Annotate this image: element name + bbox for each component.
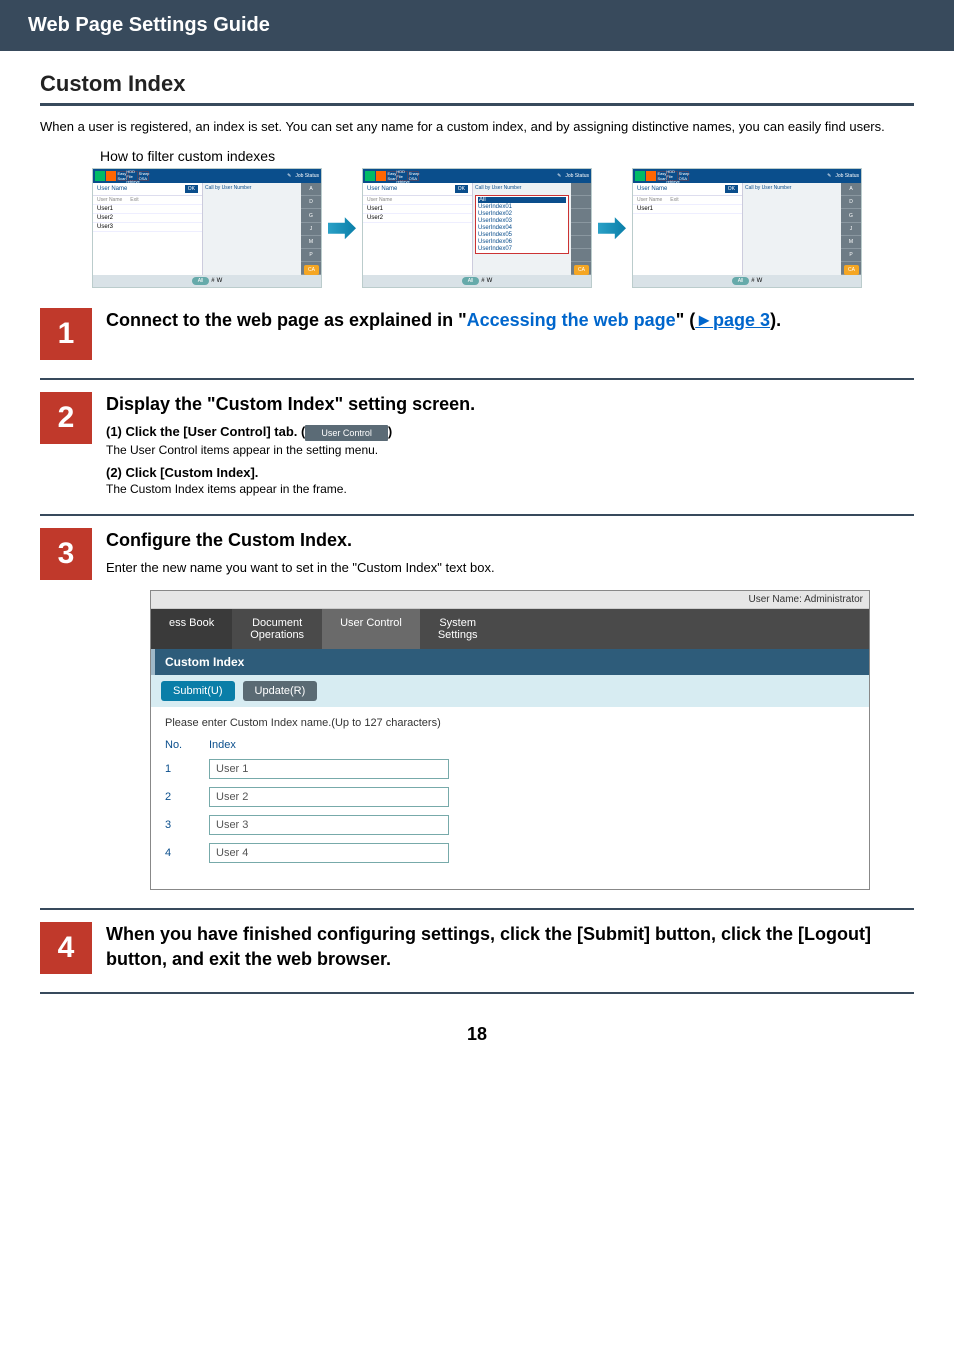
webui-tabs: ess Book Document Operations User Contro… bbox=[151, 609, 869, 649]
step-2: 2 Display the "Custom Index" setting scr… bbox=[40, 392, 914, 516]
index-input-1[interactable] bbox=[209, 759, 449, 779]
webui-subtitle: Custom Index bbox=[151, 649, 869, 675]
submit-button[interactable]: Submit(U) bbox=[161, 681, 235, 701]
step-4: 4 When you have finished configuring set… bbox=[40, 922, 914, 994]
section-intro: When a user is registered, an index is s… bbox=[40, 118, 914, 136]
index-input-4[interactable] bbox=[209, 843, 449, 863]
step-number: 2 bbox=[40, 392, 92, 444]
tab-system-settings[interactable]: System Settings bbox=[420, 609, 496, 649]
step-number: 4 bbox=[40, 922, 92, 974]
tab-document-ops[interactable]: Document Operations bbox=[232, 609, 322, 649]
step-number: 1 bbox=[40, 308, 92, 360]
page-content: Custom Index When a user is registered, … bbox=[0, 51, 954, 1045]
index-input-3[interactable] bbox=[209, 815, 449, 835]
webui-hint: Please enter Custom Index name.(Up to 12… bbox=[165, 717, 855, 729]
custom-index-webui: User Name: Administrator ess Book Docume… bbox=[150, 590, 870, 890]
page-3-link[interactable]: ►page 3 bbox=[695, 310, 770, 330]
step-2-title: Display the "Custom Index" setting scree… bbox=[106, 392, 914, 416]
user-control-badge: User Control bbox=[305, 425, 388, 441]
filter-panels: Easy Scan HDD File retrieve Sharp OSA ✎J… bbox=[40, 168, 914, 288]
tab-address-book[interactable]: ess Book bbox=[151, 609, 232, 649]
webui-userline: User Name: Administrator bbox=[151, 591, 869, 609]
index-row: 3 bbox=[165, 815, 855, 835]
step-1-title: Connect to the web page as explained in … bbox=[106, 308, 914, 332]
title-underline bbox=[40, 103, 914, 106]
step-3-title: Configure the Custom Index. bbox=[106, 528, 914, 552]
arrow-icon bbox=[598, 217, 626, 239]
step-1: 1 Connect to the web page as explained i… bbox=[40, 308, 914, 380]
arrow-icon bbox=[328, 217, 356, 239]
step-3-desc: Enter the new name you want to set in th… bbox=[106, 560, 914, 575]
filter-panel-2: Easy Scan HDD File retrieve Sharp OSA ✎J… bbox=[362, 168, 592, 288]
col-index: Index bbox=[209, 739, 236, 751]
filter-panel-3: Easy Scan HDD File retrieve Sharp OSA ✎J… bbox=[632, 168, 862, 288]
col-no: No. bbox=[165, 739, 185, 751]
step-2-sub2: (2) Click [Custom Index]. The Custom Ind… bbox=[106, 465, 914, 496]
step-3: 3 Configure the Custom Index. Enter the … bbox=[40, 528, 914, 910]
step-number: 3 bbox=[40, 528, 92, 580]
accessing-web-page-link[interactable]: Accessing the web page bbox=[467, 310, 676, 330]
index-row: 4 bbox=[165, 843, 855, 863]
page-number: 18 bbox=[40, 1024, 914, 1045]
section-title: Custom Index bbox=[40, 71, 914, 97]
index-input-2[interactable] bbox=[209, 787, 449, 807]
index-row: 1 bbox=[165, 759, 855, 779]
page-header: Web Page Settings Guide bbox=[0, 0, 954, 51]
tab-user-control[interactable]: User Control bbox=[322, 609, 420, 649]
filter-panel-1: Easy Scan HDD File retrieve Sharp OSA ✎J… bbox=[92, 168, 322, 288]
filter-caption: How to filter custom indexes bbox=[100, 148, 914, 164]
index-row: 2 bbox=[165, 787, 855, 807]
step-2-sub1: (1) Click the [User Control] tab. (User … bbox=[106, 424, 914, 457]
step-4-title: When you have finished configuring setti… bbox=[106, 922, 914, 971]
update-button[interactable]: Update(R) bbox=[243, 681, 318, 701]
